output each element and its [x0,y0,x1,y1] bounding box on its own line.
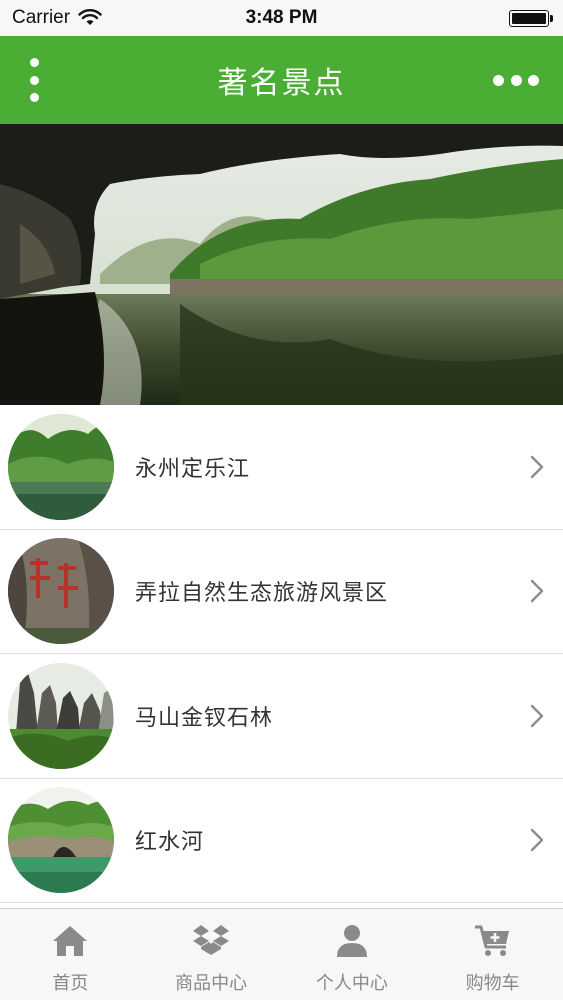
attraction-list: 永州定乐江 弄拉自然生态旅游风景区 马山金钗石林 红水河 [0,405,563,903]
chevron-right-icon [530,455,544,478]
nav-bar: 著名景点 [0,36,563,124]
tab-cart[interactable]: 购物车 [422,909,563,1000]
wifi-icon [78,9,102,25]
tab-label: 首页 [52,973,89,994]
carrier-label: Carrier [12,7,71,28]
thumbnail-image [8,538,114,645]
thumbnail-image [8,787,114,894]
list-item[interactable]: 永州定乐江 [0,405,563,530]
chevron-right-icon [530,704,544,727]
status-bar: Carrier 3:48 PM [0,0,563,36]
list-item-label: 马山金钗石林 [135,705,274,731]
hero-banner-image[interactable] [0,124,563,405]
tab-label: 购物车 [465,973,520,994]
user-icon [336,925,367,957]
vertical-menu-icon[interactable] [22,58,46,102]
thumbnail-image [8,662,114,769]
carved-rock-scenery [8,538,114,645]
chevron-right-icon [530,829,544,852]
bottom-tab-bar: 首页 商品中心 个人中心 购物车 [0,908,563,1000]
battery-icon [509,10,553,27]
tab-home[interactable]: 首页 [0,909,141,1000]
tab-products[interactable]: 商品中心 [141,909,282,1000]
tab-label: 商品中心 [175,973,248,994]
cart-plus-icon [474,925,509,956]
list-item-label: 弄拉自然生态旅游风景区 [135,581,389,607]
tab-label: 个人中心 [315,973,388,994]
tab-profile[interactable]: 个人中心 [282,909,423,1000]
river-forest-scenery [8,413,114,520]
cave-river-scenery [0,124,563,405]
list-item[interactable]: 马山金钗石林 [0,654,563,779]
app-screen: Carrier 3:48 PM 著名景点 永州定乐江 弄拉自然生态旅游风景区 马… [0,0,563,1000]
list-item-label: 红水河 [135,830,205,856]
thumbnail-image [8,413,114,520]
karst-stone-forest-scenery [8,662,114,769]
list-item[interactable]: 红水河 [0,778,563,903]
riverside-cave-scenery [8,787,114,894]
more-options-icon[interactable] [493,74,539,86]
list-item-label: 永州定乐江 [135,456,251,482]
home-icon [53,926,88,956]
page-title: 著名景点 [217,66,346,101]
chevron-right-icon [530,580,544,603]
list-item[interactable]: 弄拉自然生态旅游风景区 [0,529,563,654]
dropbox-box-icon [193,925,230,955]
